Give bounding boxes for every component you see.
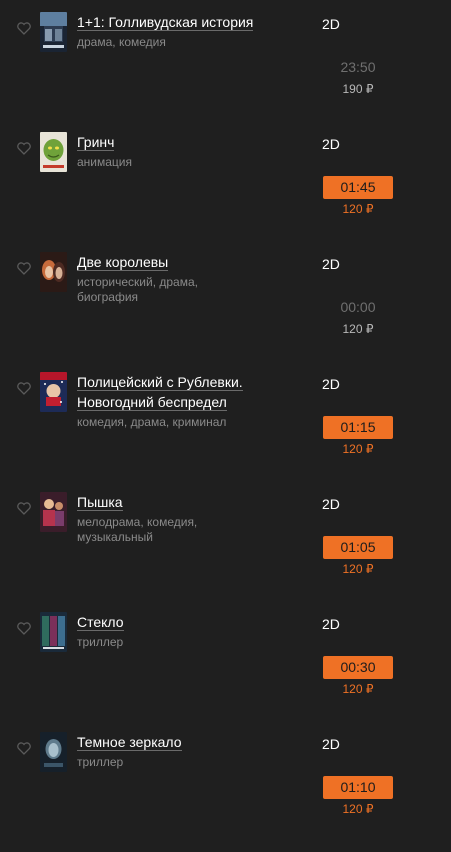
movie-title[interactable]: Темное зеркало xyxy=(77,734,182,751)
session-time-button[interactable]: 01:10 xyxy=(323,776,393,799)
movie-title[interactable]: Гринч xyxy=(77,134,115,151)
movie-genres: комедия, драма, криминал xyxy=(77,415,227,429)
session-time: 00:00 xyxy=(340,299,376,315)
format-label: 2D xyxy=(322,16,340,32)
format-label: 2D xyxy=(322,616,340,632)
movie-poster[interactable] xyxy=(40,132,67,172)
movie-title[interactable]: Пышка xyxy=(77,494,123,511)
heart-outline-icon[interactable] xyxy=(17,622,31,636)
session-time-button[interactable]: 01:45 xyxy=(323,176,393,199)
movie-title[interactable]: Две королевы xyxy=(77,254,169,271)
format-label: 2D xyxy=(322,376,340,392)
movie-poster[interactable] xyxy=(40,372,67,412)
movie-title[interactable]: Полицейский с Рублевки. Новогодний беспр… xyxy=(77,374,243,411)
session-price: 120 ₽ xyxy=(342,562,374,576)
heart-outline-icon[interactable] xyxy=(17,262,31,276)
heart-outline-icon[interactable] xyxy=(17,142,31,156)
format-label: 2D xyxy=(322,136,340,152)
movie-title[interactable]: Стекло xyxy=(77,614,124,631)
movie-genres: драма, комедия xyxy=(77,35,166,49)
session-time: 23:50 xyxy=(340,59,376,75)
session-price: 120 ₽ xyxy=(342,442,374,456)
format-label: 2D xyxy=(322,736,340,752)
format-label: 2D xyxy=(322,256,340,272)
movie-poster[interactable] xyxy=(40,612,67,652)
movie-genres: мелодрама, комедия, музыкальный xyxy=(77,515,198,544)
session-time-button[interactable]: 01:15 xyxy=(323,416,393,439)
heart-outline-icon[interactable] xyxy=(17,382,31,396)
movie-genres: триллер xyxy=(77,755,124,769)
session-price: 190 ₽ xyxy=(342,82,374,96)
session-row: Две королевы исторический, драма, биограф… xyxy=(0,252,451,372)
session-row: Гринч анимация 2D 01:45 120 ₽ xyxy=(0,132,451,252)
session-price: 120 ₽ xyxy=(342,682,374,696)
session-row: 1+1: Голливудская история драма, комедия… xyxy=(0,12,451,132)
session-time-button[interactable]: 01:05 xyxy=(323,536,393,559)
movie-poster[interactable] xyxy=(40,732,67,772)
movie-poster[interactable] xyxy=(40,492,67,532)
movie-genres: исторический, драма, биография xyxy=(77,275,198,304)
movie-title[interactable]: 1+1: Голливудская история xyxy=(77,14,254,31)
session-time-button[interactable]: 00:30 xyxy=(323,656,393,679)
session-price: 120 ₽ xyxy=(342,202,374,216)
session-row: Полицейский с Рублевки. Новогодний беспр… xyxy=(0,372,451,492)
movie-genres: анимация xyxy=(77,155,133,169)
format-label: 2D xyxy=(322,496,340,512)
movie-poster[interactable] xyxy=(40,252,67,292)
heart-outline-icon[interactable] xyxy=(17,502,31,516)
session-row: Стекло триллер 2D 00:30 120 ₽ xyxy=(0,612,451,732)
movie-poster[interactable] xyxy=(40,12,67,52)
movie-genres: триллер xyxy=(77,635,124,649)
session-price: 120 ₽ xyxy=(342,322,374,336)
heart-outline-icon[interactable] xyxy=(17,742,31,756)
session-row: Пышка мелодрама, комедия, музыкальный 2D … xyxy=(0,492,451,612)
heart-outline-icon[interactable] xyxy=(17,22,31,36)
session-row: Темное зеркало триллер 2D 01:10 120 ₽ xyxy=(0,732,451,852)
session-price: 120 ₽ xyxy=(342,802,374,816)
